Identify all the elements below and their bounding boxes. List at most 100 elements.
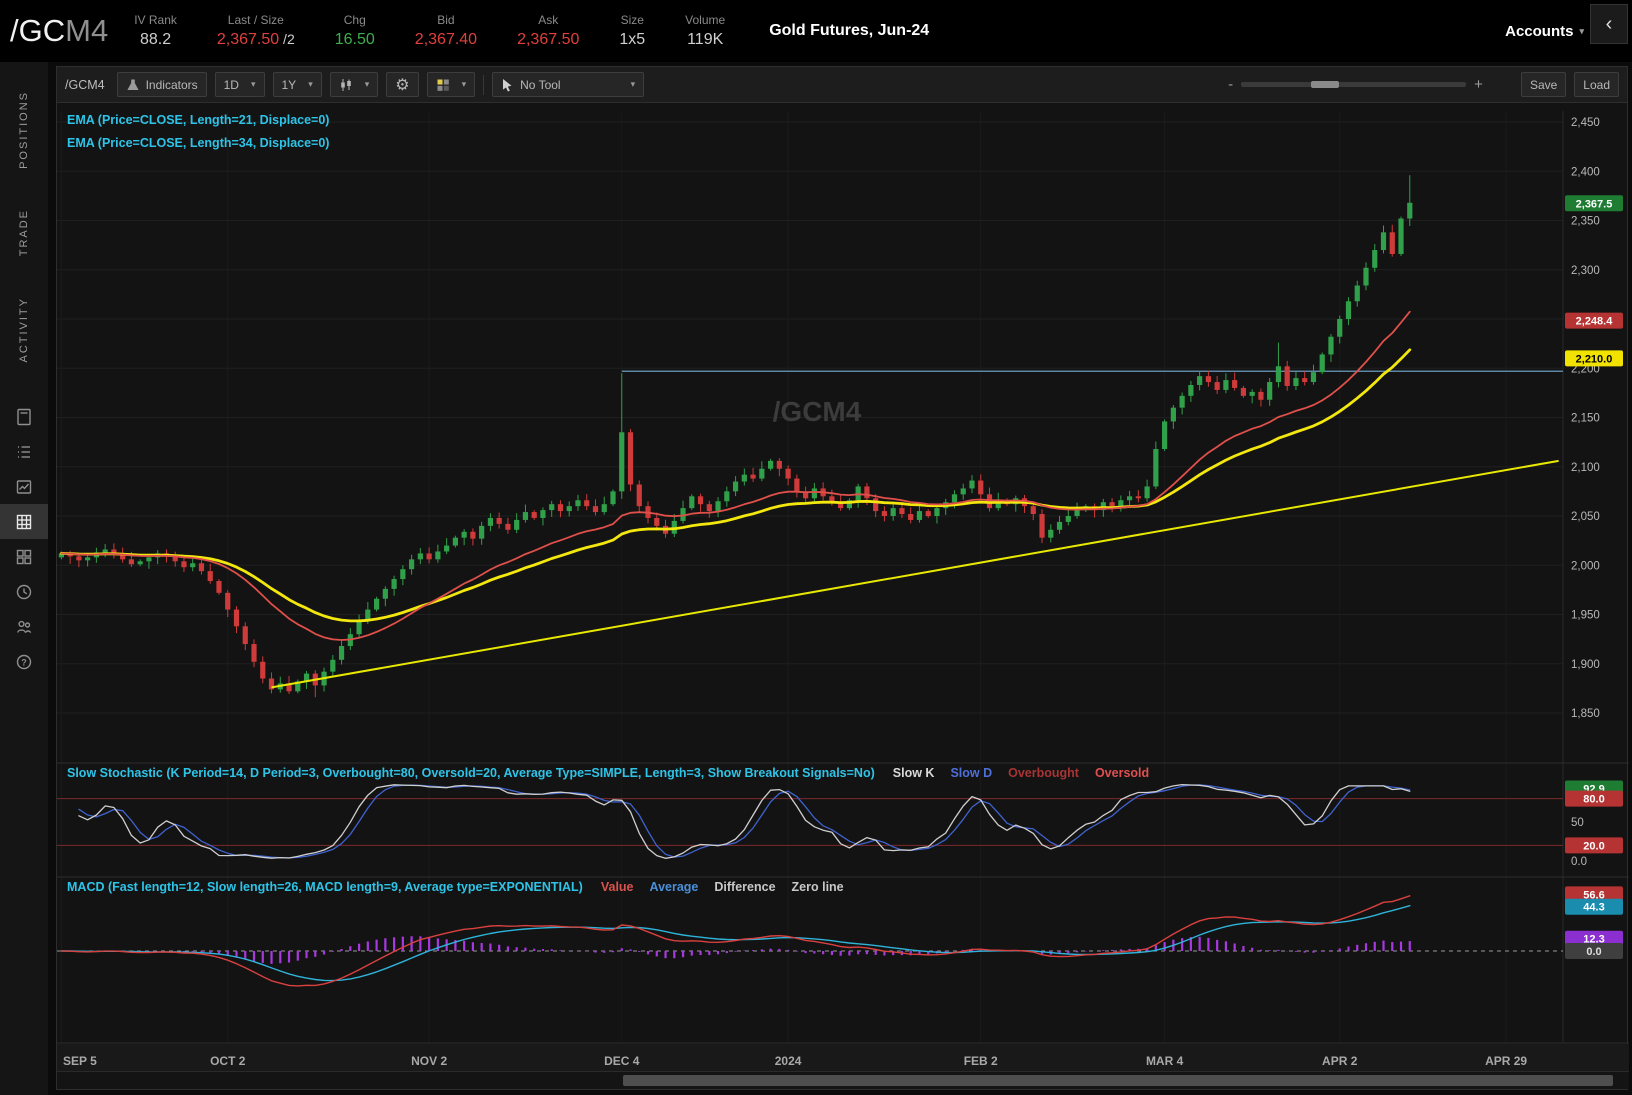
quote-field: Bid2,367.40 bbox=[415, 13, 477, 49]
svg-text:0.0: 0.0 bbox=[1586, 946, 1601, 958]
stochastic-label: Slow Stochastic (K Period=14, D Period=3… bbox=[67, 766, 875, 780]
sidebar-item-label: TRADE bbox=[18, 209, 30, 256]
svg-text:2,450: 2,450 bbox=[1571, 117, 1600, 129]
svg-text:2,248.4: 2,248.4 bbox=[1576, 316, 1614, 328]
macd-legend: ValueAverageDifferenceZero line bbox=[601, 880, 844, 894]
svg-text:0.0: 0.0 bbox=[1571, 856, 1587, 868]
quote-field-label: IV Rank bbox=[134, 13, 177, 27]
legend-item: Average bbox=[650, 880, 699, 894]
svg-text:2,300: 2,300 bbox=[1571, 265, 1600, 277]
header-quote-fields: IV Rank 88.2 Last / Size 2,367.50 /2 Chg16.5… bbox=[134, 13, 765, 49]
svg-text:20.0: 20.0 bbox=[1583, 840, 1604, 852]
sidebar-item-trade[interactable]: TRADE bbox=[0, 198, 48, 268]
pattern-tool-dropdown[interactable] bbox=[427, 72, 476, 97]
quote-field-label: Ask bbox=[538, 13, 558, 27]
study-labels-macd: MACD (Fast length=12, Slow length=26, MA… bbox=[67, 880, 844, 894]
quote-field-value: 1x5 bbox=[619, 31, 645, 49]
help-icon[interactable]: ? bbox=[0, 644, 48, 679]
quote-field: Chg16.50 bbox=[335, 13, 375, 49]
svg-text:DEC 4: DEC 4 bbox=[604, 1054, 640, 1068]
macd-label: MACD (Fast length=12, Slow length=26, MA… bbox=[67, 880, 583, 894]
svg-text:80.0: 80.0 bbox=[1583, 794, 1604, 806]
svg-text:MAR 4: MAR 4 bbox=[1146, 1054, 1184, 1068]
range-dropdown[interactable]: 1Y bbox=[273, 72, 322, 97]
sidebar-item-positions[interactable]: POSITIONS bbox=[0, 76, 48, 184]
legend-item: Oversold bbox=[1095, 766, 1149, 780]
study-labels-price: EMA (Price=CLOSE, Length=21, Displace=0)… bbox=[67, 113, 329, 150]
svg-text:OCT 2: OCT 2 bbox=[210, 1054, 246, 1068]
chart-type-dropdown[interactable] bbox=[330, 72, 379, 97]
timeframe-value: 1D bbox=[224, 78, 239, 92]
timeframe-dropdown[interactable]: 1D bbox=[215, 72, 265, 97]
svg-text:/GCM4: /GCM4 bbox=[773, 396, 862, 427]
instrument-description: Gold Futures, Jun-24 bbox=[769, 22, 929, 40]
quote-box-icon[interactable] bbox=[0, 469, 48, 504]
svg-text:44.3: 44.3 bbox=[1583, 902, 1604, 914]
sidebar-item-label: POSITIONS bbox=[18, 91, 30, 169]
watchlist-icon[interactable] bbox=[0, 434, 48, 469]
toolbar-separator bbox=[483, 75, 484, 95]
horizontal-scrollbar[interactable] bbox=[57, 1071, 1629, 1089]
quote-field-label: Last / Size bbox=[228, 13, 284, 27]
zoom-out-button[interactable]: - bbox=[1228, 76, 1233, 93]
svg-text:SEP 5: SEP 5 bbox=[63, 1054, 97, 1068]
chart-widget: /GCM4 Indicators 1D 1Y No Tool - bbox=[56, 66, 1628, 1090]
dashboard-icon[interactable] bbox=[0, 539, 48, 574]
quote-field-value: 88.2 bbox=[140, 31, 171, 49]
zoom-slider-thumb[interactable] bbox=[1311, 81, 1339, 88]
ema-21-label: EMA (Price=CLOSE, Length=21, Displace=0) bbox=[67, 113, 329, 127]
range-value: 1Y bbox=[282, 78, 297, 92]
collapse-panel-button[interactable]: ‹ bbox=[1590, 4, 1628, 44]
drawing-tool-label: No Tool bbox=[520, 78, 618, 92]
header-symbol: /GCM4 bbox=[10, 13, 108, 49]
stochastic-legend: Slow K Slow D Overbought Oversold bbox=[893, 766, 1149, 780]
chart-grid-icon[interactable] bbox=[0, 504, 48, 539]
svg-text:1,950: 1,950 bbox=[1571, 610, 1600, 622]
quote-field-value: 2,367.50 /2 bbox=[217, 31, 295, 49]
study-labels-stochastic: Slow Stochastic (K Period=14, D Period=3… bbox=[67, 766, 1149, 780]
load-button[interactable]: Load bbox=[1574, 72, 1619, 97]
save-button[interactable]: Save bbox=[1521, 72, 1566, 97]
quote-field-label: Bid bbox=[437, 13, 454, 27]
sidebar-item-activity[interactable]: ACTIVITY bbox=[0, 282, 48, 377]
svg-text:1,900: 1,900 bbox=[1571, 659, 1600, 671]
people-icon[interactable] bbox=[0, 609, 48, 644]
quote-field-label: Chg bbox=[344, 13, 366, 27]
quote-field: IV Rank 88.2 bbox=[134, 13, 177, 49]
quote-field-label: Size bbox=[621, 13, 644, 27]
svg-text:2,367.5: 2,367.5 bbox=[1576, 198, 1613, 210]
cursor-icon bbox=[501, 78, 514, 92]
svg-text:?: ? bbox=[21, 657, 27, 667]
indicators-button[interactable]: Indicators bbox=[117, 72, 207, 97]
zoom-in-button[interactable]: + bbox=[1474, 76, 1483, 93]
zoom-slider[interactable] bbox=[1241, 82, 1466, 87]
symbol-contract: M4 bbox=[65, 13, 108, 48]
svg-text:50: 50 bbox=[1571, 817, 1584, 829]
legend-item: Difference bbox=[714, 880, 775, 894]
flask-icon bbox=[126, 78, 140, 92]
legend-item: Slow K bbox=[893, 766, 935, 780]
clock-icon[interactable] bbox=[0, 574, 48, 609]
drawing-tool-dropdown[interactable]: No Tool bbox=[492, 72, 644, 97]
quote-field: Volume119K bbox=[685, 13, 725, 49]
svg-text:1,850: 1,850 bbox=[1571, 708, 1600, 720]
sidebar-item-label: ACTIVITY bbox=[18, 297, 30, 363]
chart-symbol-label: /GCM4 bbox=[65, 78, 105, 92]
quote-field-value: 119K bbox=[687, 31, 723, 49]
chart-toolbar: /GCM4 Indicators 1D 1Y No Tool - bbox=[57, 67, 1627, 103]
svg-text:2,100: 2,100 bbox=[1571, 462, 1600, 474]
calculator-icon[interactable] bbox=[0, 399, 48, 434]
scrollbar-thumb[interactable] bbox=[623, 1075, 1613, 1086]
quote-field: Last / Size 2,367.50 /2 bbox=[217, 13, 295, 49]
quote-field: Ask2,367.50 bbox=[517, 13, 579, 49]
candlestick-icon bbox=[339, 78, 353, 92]
price-chart[interactable]: 2,4502,4002,3502,3002,2502,2002,1502,100… bbox=[57, 103, 1629, 1089]
candles bbox=[59, 175, 1413, 697]
accounts-dropdown[interactable]: Accounts bbox=[1505, 23, 1584, 40]
svg-text:APR 29: APR 29 bbox=[1485, 1054, 1527, 1068]
legend-item: Overbought bbox=[1008, 766, 1079, 780]
trading-app: /GCM4 IV Rank 88.2 Last / Size 2,367.50 /2 C… bbox=[0, 0, 1632, 1095]
chart-settings-button[interactable] bbox=[386, 72, 418, 97]
legend-item: Slow D bbox=[950, 766, 992, 780]
svg-text:2,050: 2,050 bbox=[1571, 511, 1600, 523]
